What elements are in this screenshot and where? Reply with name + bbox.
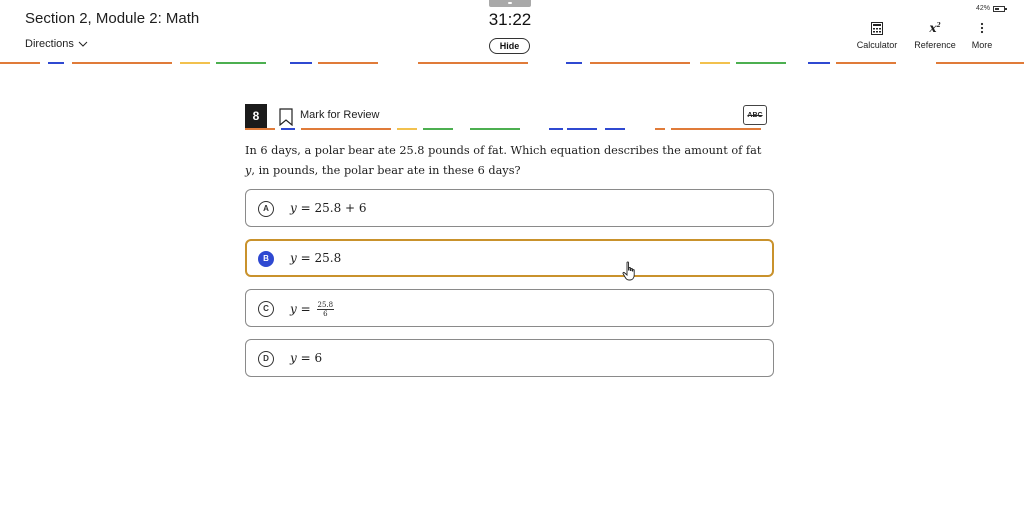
directions-label: Directions xyxy=(25,38,74,50)
choice-equation: y = 25.8 6 xyxy=(290,301,335,318)
question-divider xyxy=(245,128,761,130)
answer-choice-a[interactable]: A y = 25.8 + 6 xyxy=(245,189,774,227)
choice-equation: y = 25.8 + 6 xyxy=(290,201,367,215)
reference-icon: x2 xyxy=(929,21,941,35)
battery-percent: 42% xyxy=(976,5,991,12)
choice-letter: A xyxy=(258,201,274,217)
reference-button[interactable]: x2 Reference xyxy=(910,20,960,50)
choice-letter: C xyxy=(258,301,274,317)
fraction: 25.8 6 xyxy=(316,301,335,318)
choice-letter: B xyxy=(258,251,274,267)
more-label: More xyxy=(971,40,993,50)
timer: 31:22 xyxy=(488,10,532,29)
answer-choice-d[interactable]: D y = 6 xyxy=(245,339,774,377)
hide-timer-button[interactable]: Hide xyxy=(489,38,530,54)
top-bar: Section 2, Module 2: Math Directions 31:… xyxy=(0,0,1024,62)
chevron-down-icon xyxy=(78,41,88,47)
battery-icon xyxy=(993,5,1008,12)
question-number: 8 xyxy=(245,104,267,128)
choice-equation: y = 6 xyxy=(290,351,323,365)
timer-handle[interactable] xyxy=(489,0,531,7)
reference-label: Reference xyxy=(914,40,956,50)
mark-for-review-label[interactable]: Mark for Review xyxy=(300,109,379,121)
answer-eliminator-button[interactable]: ABC xyxy=(743,105,767,125)
question-header: 8 Mark for Review ABC xyxy=(245,104,775,128)
abc-label: ABC xyxy=(747,111,763,119)
bookmark-icon[interactable] xyxy=(279,108,293,126)
header-divider xyxy=(0,62,1024,64)
more-button[interactable]: More xyxy=(966,20,998,50)
calculator-button[interactable]: Calculator xyxy=(852,20,902,50)
answer-choice-b[interactable]: B y = 25.8 xyxy=(245,239,774,277)
more-vert-icon xyxy=(966,20,998,36)
choice-letter: D xyxy=(258,351,274,367)
question-stem: In 6 days, a polar bear ate 25.8 pounds … xyxy=(245,144,762,177)
calculator-icon xyxy=(852,20,902,36)
directions-toggle[interactable]: Directions xyxy=(25,38,88,50)
section-title: Section 2, Module 2: Math xyxy=(25,10,200,27)
hand-cursor-icon xyxy=(622,261,635,281)
calculator-label: Calculator xyxy=(856,40,898,50)
battery-status: 42% xyxy=(976,5,1008,12)
answer-choice-c[interactable]: C y = 25.8 6 xyxy=(245,289,774,327)
choice-equation: y = 25.8 xyxy=(290,251,342,265)
